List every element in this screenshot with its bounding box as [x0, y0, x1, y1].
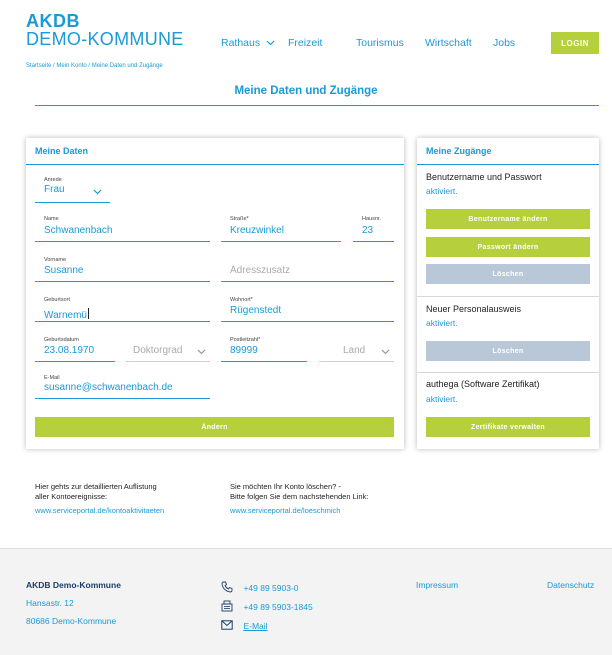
konto-loeschen-text: Sie möchten Ihr Konto löschen? - Bitte f…: [230, 482, 368, 502]
vorname-label: Vorname: [44, 257, 67, 263]
geburtsdatum-field[interactable]: 23.08.1970: [44, 345, 94, 356]
footer-city: 80686 Demo-Kommune: [26, 616, 117, 626]
chevron-down-icon: [381, 349, 390, 355]
email-field[interactable]: susanne@schwanenbach.de: [44, 382, 173, 393]
nav-rathaus-label: Rathaus: [221, 37, 261, 49]
plz-underline: [221, 361, 307, 362]
info-line: aller Kontoereignisse:: [35, 492, 108, 501]
hausnr-underline: [353, 241, 394, 242]
zugang-personalausweis-status: aktiviert.: [426, 318, 458, 328]
loeschen-personalausweis-button[interactable]: Löschen: [426, 341, 590, 361]
logo-akdb[interactable]: AKDB: [26, 12, 80, 30]
adresszusatz-field[interactable]: Adresszusatz: [230, 265, 290, 276]
section-divider: [417, 372, 599, 373]
footer-org-name: AKDB Demo-Kommune: [26, 580, 121, 590]
meine-daten-title: Meine Daten: [35, 146, 89, 156]
geburtsort-value: Warnemü: [44, 310, 87, 321]
strasse-field[interactable]: Kreuzwinkel: [230, 225, 284, 236]
nav-jobs[interactable]: Jobs: [493, 37, 515, 49]
login-button[interactable]: LOGIN: [551, 32, 599, 54]
zugang-passwort-title: Benutzername und Passwort: [426, 172, 542, 182]
page-title: Meine Daten und Zugänge: [234, 85, 378, 97]
meine-zugaenge-title: Meine Zugänge: [426, 146, 492, 156]
doktorgrad-placeholder: Doktorgrad: [133, 345, 183, 356]
zugang-personalausweis-title: Neuer Personalausweis: [426, 304, 522, 314]
plz-label: Postleitzahl*: [230, 337, 261, 343]
strasse-label: Straße*: [230, 216, 249, 222]
footer-street: Hansastr. 12: [26, 598, 74, 608]
land-placeholder: Land: [343, 345, 366, 356]
geburtsort-label: Geburtsort: [44, 297, 70, 303]
logo-demo-kommune[interactable]: DEMO-KOMMUNE: [26, 30, 184, 48]
plz-field[interactable]: 89999: [230, 345, 258, 356]
card-divider: [417, 164, 599, 165]
benutzername-aendern-button[interactable]: Benutzername ändern: [426, 209, 590, 229]
footer-fax: +49 89 5903-1845: [221, 597, 313, 615]
info-line: Bitte folgen Sie dem nachstehenden Link:: [230, 492, 369, 501]
card-divider: [26, 164, 404, 165]
section-divider: [417, 296, 599, 297]
hausnr-label: Hausnr.: [362, 216, 381, 222]
anrede-label: Anrede: [44, 177, 62, 183]
name-field[interactable]: Schwanenbach: [44, 225, 112, 236]
loeschmich-link[interactable]: www.serviceportal.de/loeschmich: [230, 506, 340, 515]
land-underline: [319, 361, 394, 362]
passwort-aendern-button[interactable]: Passwort ändern: [426, 237, 590, 257]
info-line: Hier gehts zur detaillierten Auflistung: [35, 482, 157, 491]
phone-number: +49 89 5903-0: [243, 583, 299, 593]
nav-wirtschaft[interactable]: Wirtschaft: [425, 37, 472, 49]
doktorgrad-underline: [126, 361, 210, 362]
hausnr-field[interactable]: 23: [362, 225, 373, 236]
anrede-select[interactable]: Frau: [35, 184, 110, 202]
loeschen-passwort-button[interactable]: Löschen: [426, 264, 590, 284]
land-select[interactable]: Land: [319, 345, 394, 361]
fax-number: +49 89 5903-1845: [243, 602, 313, 612]
footer-email[interactable]: E-Mail: [221, 616, 268, 634]
nav-rathaus[interactable]: Rathaus: [221, 37, 275, 49]
geburtsdatum-underline: [35, 361, 115, 362]
geburtsort-underline: [35, 321, 210, 322]
zugang-passwort-status: aktiviert.: [426, 186, 458, 196]
zugang-authega-status: aktiviert.: [426, 394, 458, 404]
aendern-button[interactable]: Ändern: [35, 417, 394, 437]
zugang-authega-title: authega (Software Zertifikat): [426, 379, 540, 389]
breadcrumb[interactable]: Startseite / Mein Konto / Meine Daten un…: [26, 63, 163, 69]
adresszusatz-underline: [221, 281, 394, 282]
fax-icon: [221, 600, 233, 612]
name-underline: [35, 241, 210, 242]
text-cursor: [87, 308, 89, 320]
vorname-underline: [35, 281, 210, 282]
email-link: E-Mail: [243, 621, 268, 631]
datenschutz-link[interactable]: Datenschutz: [547, 580, 594, 590]
anrede-value: Frau: [44, 184, 65, 195]
zertifikate-verwalten-button[interactable]: Zertifikate verwalten: [426, 417, 590, 437]
phone-icon: [221, 581, 233, 593]
wohnort-field[interactable]: Rügenstedt: [230, 305, 281, 316]
name-label: Name: [44, 216, 59, 222]
strasse-underline: [221, 241, 341, 242]
chevron-down-icon: [266, 40, 275, 46]
email-underline: [35, 398, 210, 399]
nav-tourismus[interactable]: Tourismus: [356, 37, 404, 49]
doktorgrad-select[interactable]: Doktorgrad: [126, 345, 210, 361]
email-label: E-Mail: [44, 375, 60, 381]
nav-freizeit[interactable]: Freizeit: [288, 37, 322, 49]
anrede-underline: [35, 202, 110, 203]
wohnort-label: Wohnort*: [230, 297, 253, 303]
footer-phone[interactable]: +49 89 5903-0: [221, 578, 299, 596]
impressum-link[interactable]: Impressum: [416, 580, 458, 590]
title-divider: [35, 105, 599, 106]
chevron-down-icon: [93, 189, 102, 195]
info-line: Sie möchten Ihr Konto löschen? -: [230, 482, 341, 491]
chevron-down-icon: [197, 349, 206, 355]
vorname-field[interactable]: Susanne: [44, 265, 83, 276]
wohnort-underline: [221, 321, 394, 322]
mail-icon: [221, 620, 233, 630]
kontoaktivitaeten-link[interactable]: www.serviceportal.de/kontoaktivitaeten: [35, 506, 164, 515]
kontoereignisse-text: Hier gehts zur detaillierten Auflistung …: [35, 482, 157, 502]
geburtsdatum-label: Geburtsdatum: [44, 337, 79, 343]
